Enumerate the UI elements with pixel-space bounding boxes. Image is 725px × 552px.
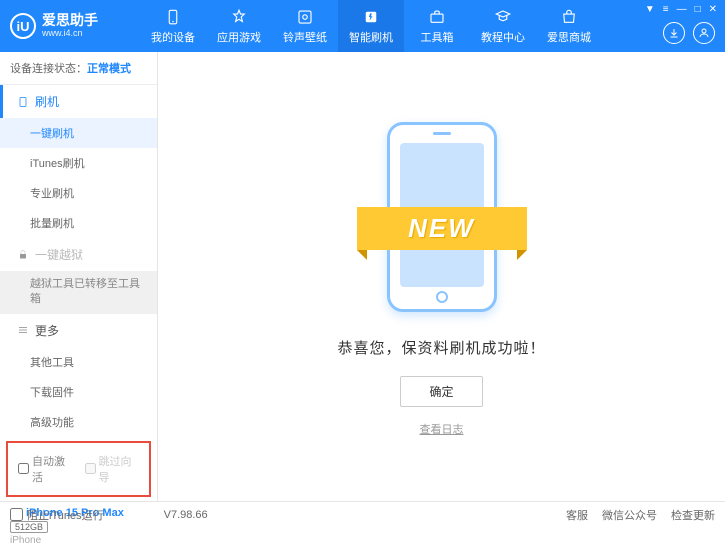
maximize-icon[interactable]: □ — [695, 4, 701, 15]
connection-status: 设备连接状态：正常模式 — [0, 52, 157, 85]
tutorial-icon — [494, 8, 512, 26]
minimize-icon[interactable]: — — [677, 4, 687, 15]
shield-icon[interactable]: ▼ — [645, 4, 655, 15]
sidebar-item-advanced[interactable]: 高级功能 — [0, 407, 157, 437]
version-label: V7.98.66 — [164, 509, 208, 521]
footer-link-support[interactable]: 客服 — [566, 507, 588, 523]
app-header: iU 爱思助手 www.i4.cn 我的设备 应用游戏 铃声壁纸 智能刷机 工具… — [0, 0, 725, 52]
ringtone-icon — [296, 8, 314, 26]
sidebar-item-oneclick-flash[interactable]: 一键刷机 — [0, 118, 157, 148]
block-itunes-checkbox[interactable]: 阻止iTunes运行 — [10, 507, 104, 523]
new-badge: NEW — [357, 207, 527, 250]
footer-link-update[interactable]: 检查更新 — [671, 507, 715, 523]
nav-smart-flash[interactable]: 智能刷机 — [338, 0, 404, 52]
sidebar-item-itunes-flash[interactable]: iTunes刷机 — [0, 148, 157, 178]
nav-label: 教程中心 — [481, 29, 525, 45]
footer-link-wechat[interactable]: 微信公众号 — [602, 507, 657, 523]
nav-toolbox[interactable]: 工具箱 — [404, 0, 470, 52]
menu-icon[interactable]: ≡ — [663, 4, 669, 15]
download-button[interactable] — [663, 22, 685, 44]
store-icon — [560, 8, 578, 26]
logo-icon: iU — [10, 13, 36, 39]
sidebar-item-other-tools[interactable]: 其他工具 — [0, 347, 157, 377]
sidebar-group-flash[interactable]: 刷机 — [0, 85, 157, 118]
nav-label: 工具箱 — [421, 29, 454, 45]
nav-store[interactable]: 爱思商城 — [536, 0, 602, 52]
nav-apps[interactable]: 应用游戏 — [206, 0, 272, 52]
nav-label: 应用游戏 — [217, 29, 261, 45]
app-title: 爱思助手 — [42, 13, 98, 28]
nav-label: 爱思商城 — [547, 29, 591, 45]
user-button[interactable] — [693, 22, 715, 44]
success-message: 恭喜您，保资料刷机成功啦！ — [337, 337, 545, 358]
nav-label: 智能刷机 — [349, 29, 393, 45]
sidebar-item-jailbreak-moved: 越狱工具已转移至工具箱 — [0, 271, 157, 314]
toolbox-icon — [428, 8, 446, 26]
nav-label: 铃声壁纸 — [283, 29, 327, 45]
main-content: NEW 恭喜您，保资料刷机成功啦！ 确定 查看日志 — [158, 52, 725, 501]
ok-button[interactable]: 确定 — [400, 376, 482, 407]
view-log-link[interactable]: 查看日志 — [420, 421, 464, 437]
window-controls: ▼ ≡ — □ ✕ — [645, 4, 717, 15]
sidebar-item-batch-flash[interactable]: 批量刷机 — [0, 208, 157, 238]
flash-icon — [362, 8, 380, 26]
sidebar-item-pro-flash[interactable]: 专业刷机 — [0, 178, 157, 208]
app-icon — [230, 8, 248, 26]
logo-area: iU 爱思助手 www.i4.cn — [10, 13, 140, 39]
close-icon[interactable]: ✕ — [709, 4, 717, 15]
sidebar-item-download-firmware[interactable]: 下载固件 — [0, 377, 157, 407]
main-nav: 我的设备 应用游戏 铃声壁纸 智能刷机 工具箱 教程中心 爱思商城 — [140, 0, 715, 52]
nav-label: 我的设备 — [151, 29, 195, 45]
phone-illustration: NEW — [367, 117, 517, 317]
sidebar-group-more[interactable]: 更多 — [0, 314, 157, 347]
nav-ringtones[interactable]: 铃声壁纸 — [272, 0, 338, 52]
more-icon — [17, 324, 29, 336]
skip-guide-checkbox[interactable]: 跳过向导 — [85, 453, 140, 485]
nav-tutorials[interactable]: 教程中心 — [470, 0, 536, 52]
sidebar: 设备连接状态：正常模式 刷机 一键刷机 iTunes刷机 专业刷机 批量刷机 一… — [0, 52, 158, 501]
auto-activate-checkbox[interactable]: 自动激活 — [18, 453, 73, 485]
status-value: 正常模式 — [87, 63, 131, 75]
device-icon — [164, 8, 182, 26]
device-type: iPhone — [10, 535, 147, 546]
flash-icon — [17, 96, 29, 108]
options-row: 自动激活 跳过向导 — [6, 441, 151, 497]
nav-my-device[interactable]: 我的设备 — [140, 0, 206, 52]
sidebar-group-jailbreak[interactable]: 一键越狱 — [0, 238, 157, 271]
app-url: www.i4.cn — [42, 29, 98, 39]
lock-icon — [17, 249, 29, 261]
